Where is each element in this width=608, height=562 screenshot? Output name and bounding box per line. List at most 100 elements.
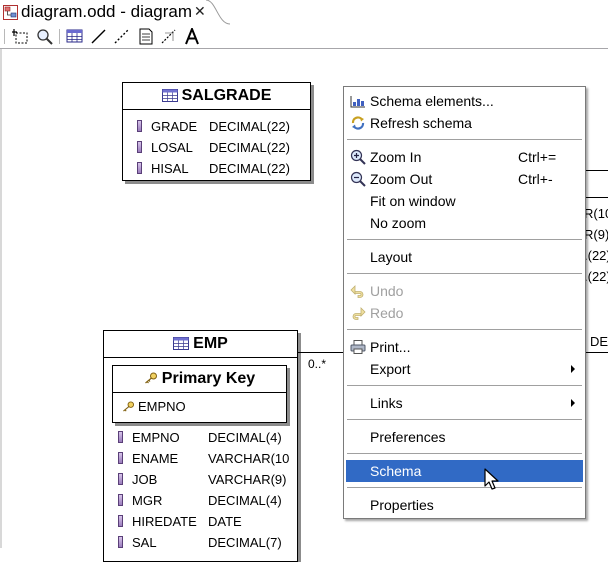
close-icon[interactable]: ✕ bbox=[194, 3, 206, 19]
menu-item-fit-on-window[interactable]: Fit on window bbox=[346, 190, 583, 212]
toolbar-grip bbox=[4, 29, 5, 44]
redo-icon bbox=[352, 307, 366, 320]
menu-item-label: Zoom Out bbox=[370, 171, 433, 187]
menu-item-print[interactable]: Print... bbox=[346, 336, 583, 358]
toolbar-separator bbox=[59, 29, 60, 44]
dashed-relation-tool-icon[interactable] bbox=[113, 28, 131, 45]
column-icon bbox=[118, 536, 123, 548]
menu-separator bbox=[347, 487, 582, 488]
menu-item-links[interactable]: Links bbox=[346, 392, 583, 414]
column-type: .(22) bbox=[584, 248, 608, 263]
menu-item-label: Preferences bbox=[370, 429, 446, 445]
menu-item-label: Layout bbox=[370, 249, 413, 265]
relation-tool-icon[interactable] bbox=[90, 28, 108, 45]
column-icon bbox=[137, 120, 142, 132]
column-name: SAL bbox=[132, 535, 157, 550]
column-type: DECIMAL(7) bbox=[208, 535, 282, 550]
submenu-arrow-icon bbox=[571, 365, 575, 373]
primary-key-column: EMPNO bbox=[138, 399, 186, 414]
table-row[interactable]: JOB VARCHAR(9) bbox=[118, 469, 294, 490]
tab-edge-decoration bbox=[206, 0, 230, 25]
column-icon bbox=[137, 141, 142, 153]
menu-separator bbox=[347, 385, 582, 386]
table-row[interactable]: EMPNO DECIMAL(4) bbox=[118, 427, 294, 448]
column-name: EMPNO bbox=[132, 430, 180, 445]
column-name: LOSAL bbox=[151, 140, 193, 155]
menu-item-zoom-in[interactable]: Zoom In Ctrl+= bbox=[346, 146, 583, 168]
column-icon bbox=[137, 162, 142, 174]
table-row[interactable]: SAL DECIMAL(7) bbox=[118, 532, 294, 553]
menu-item-schema[interactable]: Schema bbox=[346, 460, 583, 482]
diagram-file-icon bbox=[3, 5, 18, 20]
menu-item-label: Schema bbox=[370, 463, 422, 479]
column-name: HIREDATE bbox=[132, 514, 197, 529]
column-type: R(9) bbox=[584, 227, 608, 242]
table-row[interactable]: HIREDATE DATE bbox=[118, 511, 294, 532]
table-row[interactable]: HISAL DECIMAL(22) bbox=[137, 158, 307, 179]
menu-item-label: Export bbox=[370, 361, 411, 377]
column-type: .(22) bbox=[584, 269, 608, 284]
column-icon bbox=[118, 431, 123, 443]
table-emp[interactable]: EMP Primary Key EMPNO EMPNO DECIMAL(4) E… bbox=[103, 330, 298, 562]
menu-item-label: Zoom In bbox=[370, 149, 422, 165]
column-icon bbox=[118, 452, 123, 464]
partial-column-label: DE bbox=[590, 334, 608, 349]
relationship-line[interactable] bbox=[297, 352, 345, 353]
column-name: GRADE bbox=[151, 119, 198, 134]
zoom-out-icon bbox=[350, 171, 366, 187]
menu-item-layout[interactable]: Layout bbox=[346, 246, 583, 268]
context-menu: Schema elements... Refresh schema Zoom I… bbox=[343, 86, 586, 519]
table-row[interactable]: GRADE DECIMAL(22) bbox=[137, 116, 307, 137]
menu-item-preferences[interactable]: Preferences bbox=[346, 426, 583, 448]
editor-tab[interactable]: diagram.odd - diagram ✕ bbox=[0, 0, 224, 25]
submenu-arrow-icon bbox=[571, 399, 575, 407]
column-type: R(10 bbox=[584, 206, 608, 221]
schema-elements-icon bbox=[350, 96, 365, 108]
menu-item-zoom-out[interactable]: Zoom Out Ctrl+- bbox=[346, 168, 583, 190]
menu-item-label: Redo bbox=[370, 305, 404, 321]
zoom-icon[interactable] bbox=[36, 28, 54, 45]
primary-key-box[interactable]: Primary Key EMPNO bbox=[112, 365, 287, 423]
menu-item-label: No zoom bbox=[370, 215, 427, 231]
menu-item-properties[interactable]: Properties bbox=[346, 494, 583, 516]
mouse-pointer-icon bbox=[484, 468, 499, 490]
editor-tab-title: diagram.odd - diagram bbox=[21, 2, 193, 21]
table-title: SALGRADE bbox=[123, 83, 310, 110]
column-type: DECIMAL(22) bbox=[209, 161, 290, 176]
column-icon bbox=[118, 515, 123, 527]
key-icon bbox=[144, 372, 157, 384]
column-type: DECIMAL(22) bbox=[209, 119, 290, 134]
marquee-select-icon[interactable] bbox=[12, 28, 30, 45]
column-type: VARCHAR(9) bbox=[208, 472, 287, 487]
primary-key-row[interactable]: EMPNO bbox=[122, 399, 186, 414]
menu-item-no-zoom[interactable]: No zoom bbox=[346, 212, 583, 234]
menu-item-label: Fit on window bbox=[370, 193, 456, 209]
refresh-icon bbox=[351, 116, 365, 130]
text-tool-icon[interactable] bbox=[183, 28, 201, 45]
relationship-line[interactable] bbox=[586, 352, 608, 353]
column-name: JOB bbox=[132, 472, 158, 487]
column-name: MGR bbox=[132, 493, 163, 508]
menu-item-shortcut: Ctrl+- bbox=[518, 171, 553, 187]
table-icon bbox=[161, 89, 178, 102]
undo-icon bbox=[350, 285, 364, 298]
column-name: ENAME bbox=[132, 451, 179, 466]
note-tool-icon[interactable] bbox=[137, 28, 155, 45]
table-title: EMP bbox=[104, 331, 297, 358]
menu-item-schema-elements[interactable]: Schema elements... bbox=[346, 90, 583, 112]
table-row[interactable]: LOSAL DECIMAL(22) bbox=[137, 137, 307, 158]
table-row[interactable]: ENAME VARCHAR(10 bbox=[118, 448, 294, 469]
menu-item-refresh-schema[interactable]: Refresh schema bbox=[346, 112, 583, 134]
table-tool-icon[interactable] bbox=[66, 28, 84, 45]
menu-item-export[interactable]: Export bbox=[346, 358, 583, 380]
column-type: DATE bbox=[208, 514, 242, 529]
menu-item-redo[interactable]: Redo bbox=[346, 302, 583, 324]
table-row[interactable]: MGR DECIMAL(4) bbox=[118, 490, 294, 511]
canvas-left-border bbox=[0, 49, 2, 548]
table-salgrade[interactable]: SALGRADE GRADE DECIMAL(22) LOSAL DECIMAL… bbox=[122, 82, 311, 181]
menu-item-undo[interactable]: Undo bbox=[346, 280, 583, 302]
note-link-tool-icon[interactable] bbox=[160, 28, 178, 45]
menu-item-label: Refresh schema bbox=[370, 115, 472, 131]
menu-item-label: Print... bbox=[370, 339, 411, 355]
column-name: HISAL bbox=[151, 161, 189, 176]
